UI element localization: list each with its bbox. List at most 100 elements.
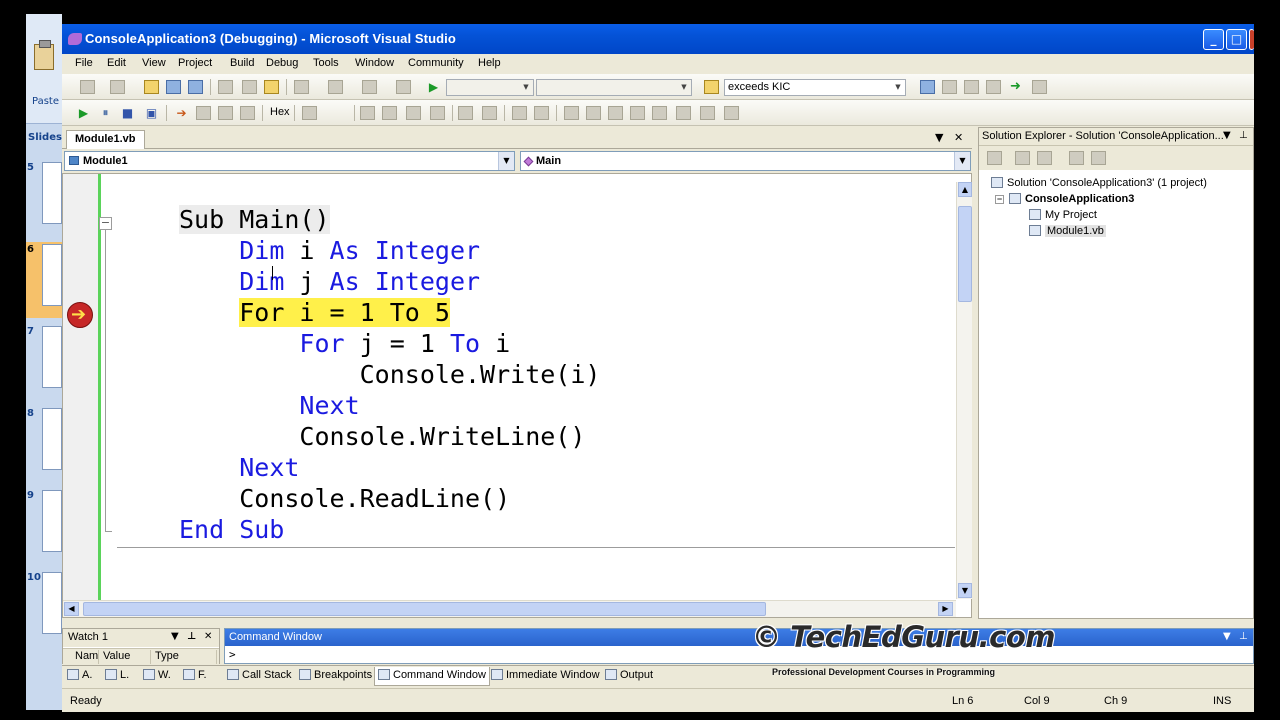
vertical-scrollbar[interactable]: ▲ ▼ bbox=[956, 182, 972, 599]
menu-tools[interactable]: Tools bbox=[313, 57, 339, 69]
watch-column-type[interactable]: Type bbox=[151, 650, 217, 664]
tool-tab-output[interactable]: Output bbox=[602, 667, 656, 686]
command-window-title-bar[interactable]: Command Window ▼ ⊥ bbox=[225, 629, 1253, 646]
watch-close-button[interactable]: ✕ bbox=[204, 631, 212, 642]
code-line[interactable]: Next bbox=[179, 390, 600, 421]
hex-button[interactable]: Hex bbox=[270, 106, 290, 118]
command-input[interactable]: > bbox=[229, 648, 236, 661]
tool-tab-breakpoints[interactable]: Breakpoints bbox=[296, 667, 375, 686]
close-button[interactable] bbox=[1249, 29, 1254, 50]
bookmark-icon[interactable] bbox=[564, 106, 579, 120]
watch-title-bar[interactable]: Watch 1 ▼ ⊥ ✕ bbox=[63, 629, 219, 647]
previous-bookmark-icon[interactable] bbox=[586, 106, 601, 120]
navigate-backward-icon[interactable] bbox=[362, 80, 377, 94]
copy-icon[interactable] bbox=[242, 80, 257, 94]
code-line[interactable]: Console.Write(i) bbox=[179, 359, 601, 390]
tab-module1-vb[interactable]: Module1.vb bbox=[66, 130, 145, 149]
step-into-icon[interactable] bbox=[196, 106, 211, 120]
horizontal-scroll-thumb[interactable] bbox=[83, 602, 766, 616]
slide-thumbnail[interactable]: 5 bbox=[26, 160, 62, 236]
refresh-icon[interactable] bbox=[1037, 151, 1052, 165]
increase-indent-icon[interactable] bbox=[482, 106, 497, 120]
scroll-left-arrow-icon[interactable]: ◀ bbox=[64, 602, 79, 616]
previous-bookmark-folder-icon[interactable] bbox=[630, 106, 645, 120]
tool-tab-w[interactable]: W. bbox=[140, 667, 174, 686]
tree-item-solution[interactable]: Solution 'ConsoleApplication3' (1 projec… bbox=[991, 177, 1207, 193]
stop-debugging-icon[interactable]: ■ bbox=[120, 106, 135, 120]
show-all-files-icon[interactable] bbox=[1015, 151, 1030, 165]
paste-icon[interactable] bbox=[264, 80, 279, 94]
paste-button[interactable]: Paste bbox=[26, 14, 62, 124]
tool-tab-command-window[interactable]: Command Window bbox=[374, 667, 490, 686]
tree-item-my-project[interactable]: My Project bbox=[1029, 209, 1097, 225]
code-line[interactable]: Sub Main() bbox=[179, 204, 600, 235]
next-bookmark-folder-icon[interactable] bbox=[652, 106, 667, 120]
auto-hide-pin-icon[interactable]: ⊥ bbox=[1239, 130, 1248, 141]
clear-bookmarks-icon[interactable] bbox=[724, 106, 739, 120]
properties-window-icon[interactable] bbox=[942, 80, 957, 94]
step-over-icon[interactable] bbox=[218, 106, 233, 120]
maximize-button[interactable]: □ bbox=[1226, 29, 1247, 50]
decrease-indent-icon[interactable] bbox=[458, 106, 473, 120]
menu-project[interactable]: Project bbox=[178, 57, 212, 69]
watch-column-name[interactable]: Nam bbox=[71, 650, 99, 664]
watch-position-dropdown[interactable]: ▼ bbox=[171, 631, 179, 642]
collapse-tree-icon[interactable]: − bbox=[995, 195, 1004, 204]
class-name-combo[interactable]: Module1 ▼ bbox=[64, 151, 515, 171]
object-browser-icon[interactable] bbox=[964, 80, 979, 94]
scroll-up-arrow-icon[interactable]: ▲ bbox=[958, 182, 972, 197]
tool-tab-f[interactable]: F. bbox=[180, 667, 210, 686]
menu-view[interactable]: View bbox=[142, 57, 166, 69]
class-diagram-icon[interactable] bbox=[1091, 151, 1106, 165]
slide-thumbnail[interactable]: 6 bbox=[26, 242, 62, 318]
view-code-icon[interactable] bbox=[1069, 151, 1084, 165]
menu-build[interactable]: Build bbox=[230, 57, 254, 69]
find-combo[interactable]: exceeds KIC ▼ bbox=[724, 79, 906, 96]
code-line[interactable]: Dim j As Integer bbox=[179, 266, 600, 297]
other-windows-icon[interactable] bbox=[1032, 80, 1047, 94]
menu-help[interactable]: Help bbox=[478, 57, 501, 69]
solution-explorer-title-bar[interactable]: Solution Explorer - Solution 'ConsoleApp… bbox=[979, 128, 1253, 146]
start-debugging-icon[interactable]: ▶ bbox=[426, 80, 441, 94]
slide-thumbnail[interactable]: 7 bbox=[26, 324, 62, 400]
solution-explorer-icon[interactable] bbox=[920, 80, 935, 94]
continue-icon[interactable]: ▶ bbox=[76, 106, 91, 120]
collapse-outline-icon[interactable]: − bbox=[99, 217, 112, 230]
slide-thumbnail[interactable]: 8 bbox=[26, 406, 62, 482]
navigate-forward-icon[interactable] bbox=[396, 80, 411, 94]
code-line[interactable]: Console.WriteLine() bbox=[179, 421, 600, 452]
find-in-files-icon-2[interactable] bbox=[382, 106, 397, 120]
code-line[interactable]: Console.ReadLine() bbox=[179, 483, 600, 514]
find-in-files-icon[interactable] bbox=[704, 80, 719, 94]
save-icon[interactable] bbox=[166, 80, 181, 94]
open-folder-icon[interactable] bbox=[144, 80, 159, 94]
watch-column-value[interactable]: Value bbox=[99, 650, 151, 664]
code-line[interactable]: For i = 1 To 5 bbox=[179, 297, 600, 328]
vertical-scroll-thumb[interactable] bbox=[958, 206, 972, 302]
code-line[interactable]: End Sub bbox=[179, 514, 600, 545]
comment-icon[interactable] bbox=[512, 106, 527, 120]
show-next-statement-icon[interactable]: ➔ bbox=[174, 106, 189, 120]
code-line[interactable]: For j = 1 To i bbox=[179, 328, 600, 359]
menu-file[interactable]: File bbox=[75, 57, 93, 69]
solution-platform-combo[interactable]: ▼ bbox=[536, 79, 692, 96]
pointer-icon[interactable] bbox=[406, 106, 421, 120]
tool-tab-call-stack[interactable]: Call Stack bbox=[224, 667, 295, 686]
horizontal-scrollbar[interactable]: ◀ ▶ bbox=[63, 600, 956, 617]
method-name-combo[interactable]: Main ▼ bbox=[520, 151, 971, 171]
code-line[interactable]: Next bbox=[179, 452, 600, 483]
scroll-down-arrow-icon[interactable]: ▼ bbox=[958, 583, 972, 598]
tree-item-module1-vb[interactable]: Module1.vb bbox=[1029, 225, 1106, 241]
redo-icon[interactable] bbox=[328, 80, 343, 94]
menu-window[interactable]: Window bbox=[355, 57, 394, 69]
command-window-dropdown[interactable]: ▼ bbox=[1223, 631, 1231, 642]
restart-icon[interactable]: ▣ bbox=[144, 106, 159, 120]
command-window-pin-icon[interactable]: ⊥ bbox=[1239, 631, 1248, 642]
close-document-button[interactable]: ✕ bbox=[954, 131, 963, 144]
minimize-button[interactable]: _ bbox=[1203, 29, 1224, 50]
slide-thumbnail[interactable]: 10 bbox=[26, 570, 62, 646]
break-all-icon[interactable]: ⏸ bbox=[98, 106, 113, 120]
solution-configuration-combo[interactable]: ▼ bbox=[446, 79, 534, 96]
next-bookmark-icon[interactable] bbox=[608, 106, 623, 120]
tree-item-project[interactable]: − ConsoleApplication3 bbox=[995, 193, 1134, 209]
